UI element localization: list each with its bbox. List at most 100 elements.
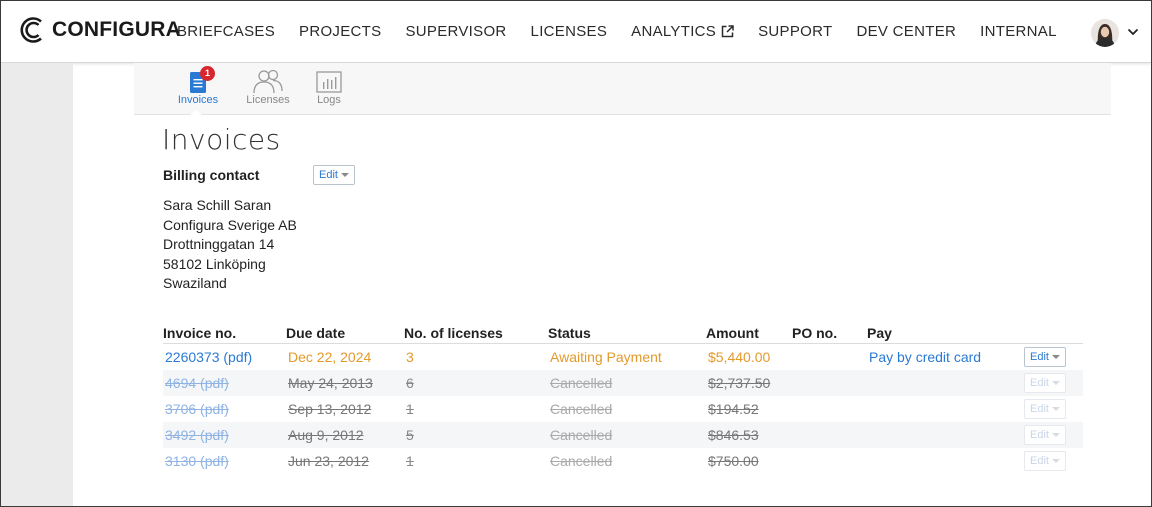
tab-label: Invoices [177, 94, 219, 106]
nav-label: LICENSES [530, 23, 608, 40]
nav-label: SUPPORT [758, 23, 833, 40]
invoices-table: Invoice no. Due date No. of licenses Sta… [163, 324, 1083, 474]
chevron-down-icon[interactable] [1127, 27, 1139, 37]
status-text: Awaiting Payment [550, 349, 662, 365]
nav-support[interactable]: SUPPORT [758, 23, 832, 40]
license-count: 1 [406, 453, 414, 469]
amount: $750.00 [708, 453, 759, 469]
status-text: Cancelled [550, 453, 613, 469]
due-date: May 24, 2013 [288, 375, 373, 391]
edit-label: Edit [1030, 377, 1049, 389]
nav-label: INTERNAL [980, 23, 1057, 40]
tab-invoices[interactable]: 1 Invoices [163, 66, 233, 106]
invoice-pdf-link[interactable]: 3706 (pdf) [165, 401, 229, 417]
due-date: Dec 22, 2024 [288, 349, 372, 365]
amount: $2,737.50 [708, 375, 771, 391]
address-street: Drottninggatan 14 [163, 236, 275, 252]
billing-edit-button[interactable]: Edit [313, 165, 355, 185]
license-count: 1 [406, 401, 414, 417]
table-header: Invoice no. Due date No. of licenses Sta… [163, 324, 1083, 344]
table-row: 3492 (pdf) Aug 9, 2012 5 Cancelled $846.… [163, 422, 1083, 448]
caret-down-icon [1051, 459, 1060, 463]
nav-projects[interactable]: PROJECTS [299, 23, 381, 40]
caret-down-icon [1051, 433, 1060, 437]
due-date: Jun 23, 2012 [288, 453, 369, 469]
tab-icon-wrap: 1 [163, 66, 233, 93]
table-row: 3706 (pdf) Sep 13, 2012 1 Cancelled $194… [163, 396, 1083, 422]
column-header-pay: Pay [867, 325, 892, 341]
table-row: 2260373 (pdf) Dec 22, 2024 3 Awaiting Pa… [163, 344, 1083, 370]
tab-icon-wrap [233, 67, 303, 94]
row-edit-button: Edit [1024, 399, 1066, 419]
edit-label: Edit [1030, 403, 1049, 415]
edit-label: Edit [1030, 429, 1049, 441]
row-edit-button: Edit [1024, 451, 1066, 471]
nav-dev-center[interactable]: DEV CENTER [856, 23, 956, 40]
nav-supervisor[interactable]: SUPERVISOR [405, 23, 506, 40]
billing-contact-label: Billing contact [163, 167, 260, 183]
nav-label: PROJECTS [299, 23, 382, 40]
license-count: 5 [406, 427, 414, 443]
section-tabs: 1 Invoices Licenses Logs [134, 63, 1111, 116]
user-avatar[interactable] [1091, 19, 1119, 47]
invoice-pdf-link[interactable]: 3492 (pdf) [165, 427, 229, 443]
page-title: Invoices [162, 123, 281, 156]
app-window: CONFIGURA BRIEFCASES PROJECTS SUPERVISOR… [0, 0, 1152, 507]
nav-internal[interactable]: INTERNAL [980, 23, 1057, 40]
table-row: 4694 (pdf) May 24, 2013 6 Cancelled $2,7… [163, 370, 1083, 396]
caret-down-icon [340, 173, 349, 177]
nav-briefcases[interactable]: BRIEFCASES [177, 23, 275, 40]
caret-down-icon [1051, 355, 1060, 359]
column-header-licenses: No. of licenses [404, 325, 503, 341]
caret-down-icon [1051, 407, 1060, 411]
column-header-invoice: Invoice no. [163, 325, 237, 341]
row-edit-button[interactable]: Edit [1024, 347, 1066, 367]
amount: $194.52 [708, 401, 759, 417]
amount: $846.53 [708, 427, 759, 443]
edit-label: Edit [1030, 351, 1049, 363]
tab-logs[interactable]: Logs [294, 67, 364, 106]
avatar-photo-icon [1091, 19, 1119, 47]
notification-badge: 1 [200, 66, 215, 81]
tab-licenses[interactable]: Licenses [233, 67, 303, 106]
active-tab-pointer [189, 110, 203, 116]
status-text: Cancelled [550, 427, 613, 443]
top-navbar: CONFIGURA BRIEFCASES PROJECTS SUPERVISOR… [1, 1, 1151, 63]
configura-logo-icon [20, 17, 42, 43]
column-header-po: PO no. [792, 325, 838, 341]
status-text: Cancelled [550, 401, 613, 417]
invoice-pdf-link[interactable]: 2260373 (pdf) [165, 349, 252, 365]
edit-label: Edit [319, 169, 338, 181]
bar-chart-icon [316, 71, 342, 93]
edit-label: Edit [1030, 455, 1049, 467]
invoice-pdf-link[interactable]: 3130 (pdf) [165, 453, 229, 469]
tab-label: Licenses [246, 94, 290, 106]
invoice-pdf-link[interactable]: 4694 (pdf) [165, 375, 229, 391]
tab-label: Logs [317, 94, 341, 106]
due-date: Sep 13, 2012 [288, 401, 372, 417]
status-text: Cancelled [550, 375, 613, 391]
column-header-status: Status [548, 325, 591, 341]
nav-licenses[interactable]: LICENSES [531, 23, 608, 40]
brand-logo[interactable]: CONFIGURA [18, 15, 181, 45]
table-row: 3130 (pdf) Jun 23, 2012 1 Cancelled $750… [163, 448, 1083, 474]
address-company: Configura Sverige AB [163, 216, 297, 233]
caret-down-icon [1051, 381, 1060, 385]
left-gutter [1, 63, 73, 506]
nav-analytics[interactable]: ANALYTICS [631, 23, 734, 40]
billing-address: Sara Schill Saran Configura Sverige AB D… [163, 196, 297, 294]
address-postal-city: 58102 Linköping [163, 255, 266, 272]
license-count: 6 [406, 375, 414, 391]
external-link-icon [721, 25, 734, 38]
row-edit-button: Edit [1024, 373, 1066, 393]
address-country: Swaziland [163, 275, 227, 291]
nav-label: BRIEFCASES [177, 23, 276, 40]
column-header-amount: Amount [706, 325, 759, 341]
nav-label: ANALYTICS [631, 23, 717, 40]
nav-label: SUPERVISOR [405, 23, 507, 40]
address-name: Sara Schill Saran [163, 197, 272, 213]
pay-by-card-link[interactable]: Pay by credit card [869, 349, 981, 365]
nav-label: DEV CENTER [856, 23, 957, 40]
main-nav: BRIEFCASES PROJECTS SUPERVISOR LICENSES … [177, 23, 1081, 40]
license-count: 3 [406, 349, 414, 365]
